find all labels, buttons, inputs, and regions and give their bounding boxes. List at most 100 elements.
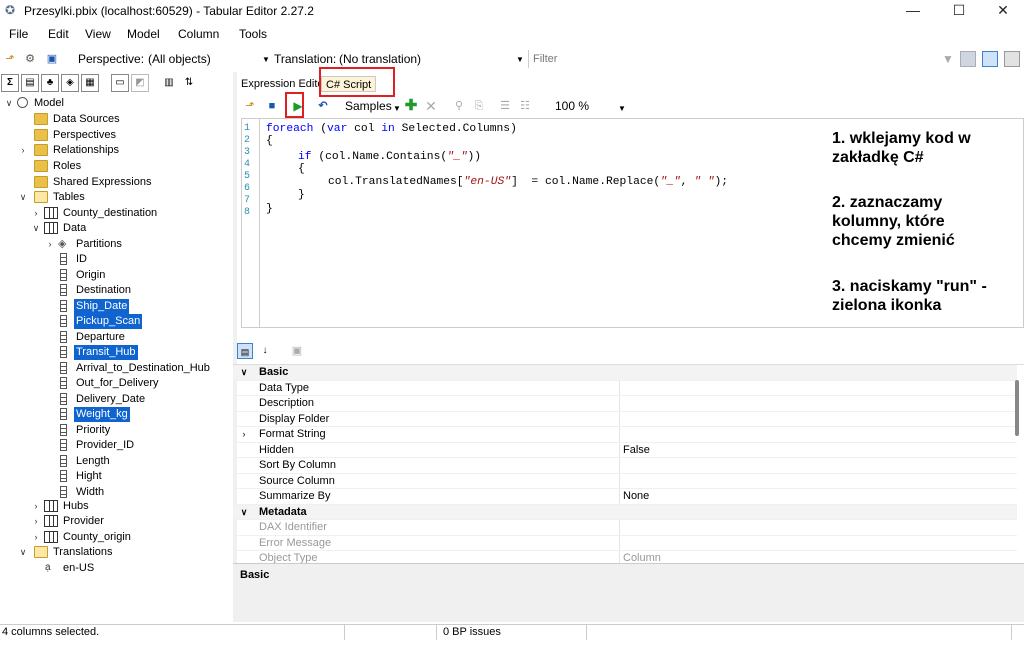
menu-edit[interactable]: Edit xyxy=(48,27,69,41)
columns-view-icon[interactable]: ▥ xyxy=(160,74,178,92)
line-number: 3 xyxy=(244,147,251,158)
zoom-dropdown[interactable]: 100 % xyxy=(555,98,595,114)
tree-view-icon[interactable] xyxy=(982,51,998,67)
samples-chevron-down-icon[interactable]: ▼ xyxy=(393,104,401,113)
deploy-icon[interactable]: ⚙ xyxy=(22,51,38,67)
script-editor[interactable]: 1 2 3 4 5 6 7 8 foreach (var col in Sele… xyxy=(241,118,1024,328)
property-row[interactable]: Description xyxy=(233,396,1017,412)
property-category-basic[interactable]: ∨ Basic xyxy=(233,365,1017,381)
tree-node-label: County_origin xyxy=(63,531,131,543)
chevron-down-icon[interactable]: ∨ xyxy=(18,190,28,205)
replace-icon[interactable]: ⎘ xyxy=(471,98,487,114)
open-model-icon[interactable]: ⬏ xyxy=(2,51,18,67)
translation-dropdown[interactable]: (No translation) xyxy=(339,52,421,66)
close-button[interactable]: ✕ xyxy=(980,0,1024,22)
menu-tools[interactable]: Tools xyxy=(239,27,267,41)
chevron-right-icon[interactable]: › xyxy=(31,206,41,221)
property-row[interactable]: Summarize By None xyxy=(233,489,1017,505)
column-icon xyxy=(60,346,67,358)
maximize-button[interactable]: ☐ xyxy=(936,0,982,22)
search-icon[interactable]: ⚲ xyxy=(451,98,467,114)
calendar-icon[interactable]: ▦ xyxy=(81,74,99,92)
display-folder-icon[interactable]: ▭ xyxy=(111,74,129,92)
chevron-down-icon[interactable]: ∨ xyxy=(31,221,41,236)
property-row[interactable]: DAX Identifier xyxy=(233,520,1017,536)
property-row[interactable]: Source Column xyxy=(233,474,1017,489)
tree-node-label: ID xyxy=(76,253,87,265)
property-row[interactable]: Sort By Column xyxy=(233,458,1017,474)
property-name: Source Column xyxy=(259,474,335,487)
add-icon[interactable]: ✚ xyxy=(403,98,419,114)
property-row[interactable]: Error Message xyxy=(233,536,1017,551)
tab-expression-editor[interactable]: Expression Editor xyxy=(237,76,331,92)
chevron-right-icon[interactable]: › xyxy=(18,143,28,158)
chevron-down-icon[interactable]: ∨ xyxy=(239,365,249,380)
perspective-chevron-down-icon[interactable]: ▼ xyxy=(262,55,270,64)
menu-column[interactable]: Column xyxy=(178,27,219,41)
delete-icon[interactable]: ✕ xyxy=(423,98,439,114)
sort-alphabetical-icon[interactable]: ↓ xyxy=(257,343,273,359)
property-row[interactable]: Display Folder xyxy=(233,412,1017,427)
menu-file[interactable]: File xyxy=(9,27,28,41)
show-hidden-icon[interactable] xyxy=(960,51,976,67)
translation-icon: ạ xyxy=(45,562,51,573)
uncomment-icon[interactable]: ☷ xyxy=(517,98,533,114)
property-grid-scrollbar[interactable] xyxy=(1015,380,1019,436)
list-view-icon[interactable] xyxy=(1004,51,1020,67)
undo-icon[interactable]: ↶ xyxy=(315,98,331,114)
chevron-right-icon[interactable]: › xyxy=(45,237,55,252)
property-value[interactable]: None xyxy=(623,489,649,504)
open-script-icon[interactable]: ⬏ xyxy=(242,98,258,114)
hidden-objects-icon[interactable]: ◩ xyxy=(131,74,149,92)
column-icon xyxy=(60,269,67,281)
title-bar: ✪ Przesylki.pbix (localhost:60529) - Tab… xyxy=(0,0,1024,22)
chevron-down-icon[interactable]: ∨ xyxy=(4,96,14,111)
hierarchy-icon[interactable]: ♣ xyxy=(41,74,59,92)
tree-node-label: Hubs xyxy=(63,500,89,512)
filter-input[interactable] xyxy=(533,50,933,68)
status-bp-issues[interactable]: 0 BP issues xyxy=(437,625,587,640)
minimize-button[interactable]: — xyxy=(890,0,936,22)
chevron-right-icon[interactable]: › xyxy=(31,530,41,545)
chevron-down-icon[interactable]: ∨ xyxy=(18,545,28,560)
categorized-icon[interactable]: ▤ xyxy=(237,343,253,359)
property-row[interactable]: Object Type Column xyxy=(233,551,1017,563)
chevron-right-icon[interactable]: › xyxy=(31,514,41,529)
tree-node-label: Provider_ID xyxy=(76,439,135,451)
property-name: Hidden xyxy=(259,443,294,456)
samples-dropdown[interactable]: Samples xyxy=(345,98,395,114)
chevron-down-icon[interactable]: ∨ xyxy=(239,505,249,520)
line-number: 6 xyxy=(244,183,251,194)
property-value[interactable]: False xyxy=(623,443,650,458)
translation-chevron-down-icon[interactable]: ▼ xyxy=(516,55,524,64)
menu-model[interactable]: Model xyxy=(127,27,160,41)
property-name: Data Type xyxy=(259,381,309,394)
tree-node-label: Translations xyxy=(53,546,113,558)
tree-node-label: Perspectives xyxy=(53,129,116,141)
chevron-right-icon[interactable]: › xyxy=(31,499,41,514)
code-line: col.TranslatedNames["en-US"] = col.Name.… xyxy=(328,176,729,188)
property-category-metadata[interactable]: ∨ Metadata xyxy=(233,504,1017,520)
annotation-step-3: 3. naciskamy "run" - zielona ikonka xyxy=(832,278,987,314)
tree-node-label: Partitions xyxy=(76,238,122,250)
perspective-dropdown[interactable]: (All objects) xyxy=(148,52,211,66)
column-icon xyxy=(60,284,67,296)
comment-icon[interactable]: ☰ xyxy=(497,98,513,114)
table-icon xyxy=(44,500,58,512)
tree-node-label: Arrival_to_Destination_Hub xyxy=(76,362,210,374)
property-pages-icon[interactable]: ▣ xyxy=(289,343,305,359)
save-script-icon[interactable]: ■ xyxy=(264,98,280,114)
property-row[interactable]: › Format String xyxy=(233,427,1017,443)
property-row[interactable]: Hidden False xyxy=(233,443,1017,458)
menu-view[interactable]: View xyxy=(85,27,111,41)
tree-node-label: Out_for_Delivery xyxy=(76,377,159,389)
filter-icon[interactable]: ▼ xyxy=(942,51,958,67)
column-icon[interactable]: ▤ xyxy=(21,74,39,92)
chevron-right-icon[interactable]: › xyxy=(239,427,249,442)
sigma-icon[interactable]: Σ xyxy=(1,74,19,92)
property-row[interactable]: Data Type xyxy=(233,381,1017,396)
save-icon[interactable]: ▣ xyxy=(44,51,60,67)
zoom-chevron-down-icon[interactable]: ▼ xyxy=(618,104,626,113)
sort-az-icon[interactable]: ⇅ xyxy=(180,74,198,92)
partition-icon[interactable]: ◈ xyxy=(61,74,79,92)
